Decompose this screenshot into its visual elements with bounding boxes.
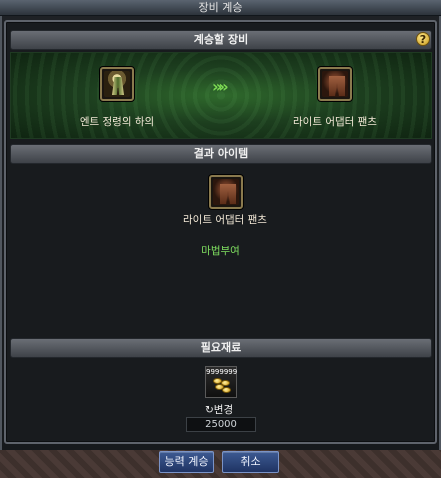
change-material-button[interactable]: ↻변경: [205, 402, 233, 417]
result-item-slot[interactable]: [209, 175, 243, 209]
window-title: 장비 계승: [0, 0, 441, 16]
cancel-button[interactable]: 취소: [222, 451, 279, 473]
skirt-icon: [104, 71, 130, 97]
section-header-result-item: 결과 아이템: [10, 144, 432, 164]
enchant-status: 마법부여: [201, 245, 240, 257]
inherit-button[interactable]: 능력 계승: [159, 451, 214, 473]
gold-coins-icon: [213, 378, 231, 394]
result-item-name: 라이트 어댑터 팬츠: [183, 214, 267, 226]
pants-icon: [213, 179, 239, 205]
cost-field: 25000: [186, 417, 256, 432]
help-icon[interactable]: ?: [416, 32, 430, 46]
target-item-slot[interactable]: [318, 67, 352, 101]
section-header-inherit-equipment: 계승할 장비: [10, 30, 432, 50]
source-item-slot[interactable]: [100, 67, 134, 101]
target-item-name: 라이트 어댑터 팬츠: [293, 116, 377, 128]
equipment-inherit-window: 장비 계승 계승할 장비 ? 엔트 정령의 하의 »» 라이트 어댑터 팬츠 결…: [0, 0, 441, 478]
material-slot[interactable]: 9999999: [205, 366, 237, 398]
material-count: 9999999: [206, 368, 238, 376]
pants-icon: [322, 71, 348, 97]
section-header-required-materials: 필요재료: [10, 338, 432, 358]
transfer-arrow-icon: »»: [212, 77, 229, 96]
source-item-name: 엔트 정령의 하의: [79, 116, 155, 128]
